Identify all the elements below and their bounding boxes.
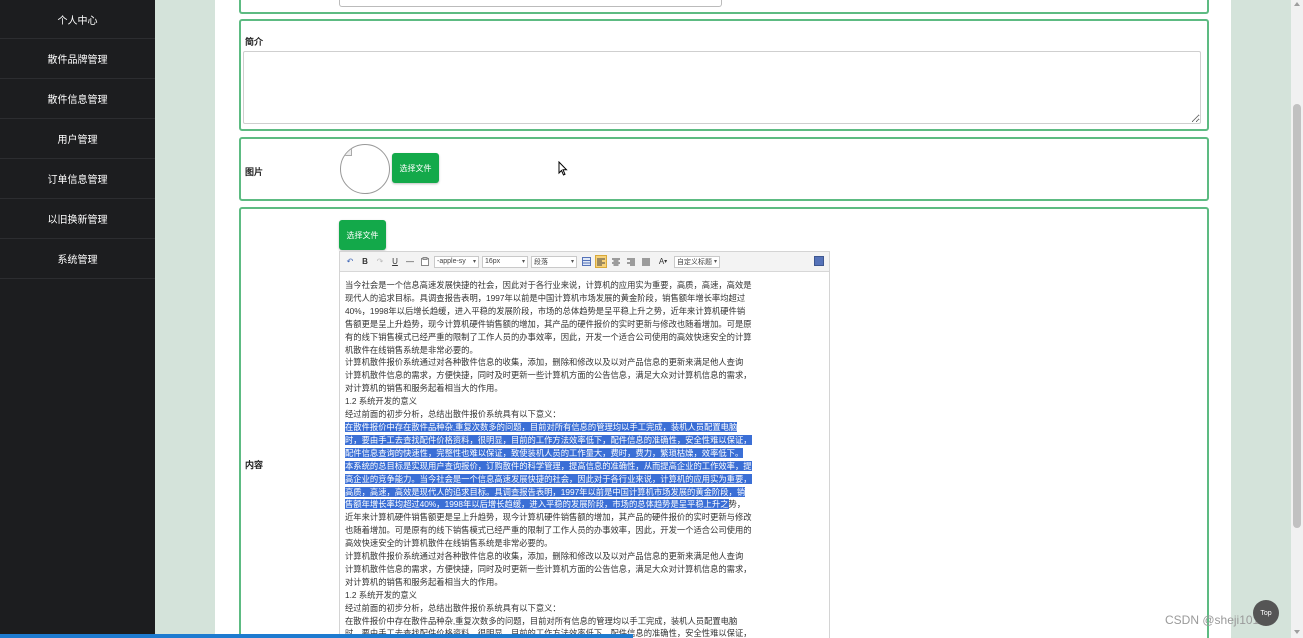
sidebar-item-trade-in[interactable]: 以旧换新管理 (0, 199, 155, 239)
chevron-down-icon: ▾ (521, 259, 525, 265)
align-justify-icon[interactable] (640, 255, 652, 268)
background-gutter-left (155, 0, 215, 638)
editor-text-line: 40%，1998年以后增长趋缓，进入平稳的发展阶段，市场的总体趋势是呈平稳上升之… (345, 305, 746, 316)
editor-text-line: 配件信息查询的快速性，完整性也难以保证，致使装机人员的工作量大，费时，费力，繁琐… (345, 447, 744, 458)
align-center-icon[interactable] (610, 255, 622, 268)
underline-button[interactable]: U (389, 255, 401, 268)
scroll-up-icon[interactable] (1294, 2, 1300, 6)
content-choose-file-button[interactable]: 选择文件 (339, 220, 386, 250)
font-color-button[interactable]: A ▾ (655, 255, 671, 268)
editor-text-line: 经过前面的初步分析，总结出散件报价系统具有以下意义： (345, 409, 561, 420)
editor-text-line: 高效快速安全的计算机散件在线销售系统是非常必要的。 (345, 538, 553, 549)
editor-text-line: 当今社会是一个信息高速发展快捷的社会，因此对于各行业来说，计算机的应用实为重要，… (345, 280, 752, 290)
sidebar-item-part-brand[interactable]: 散件品牌管理 (0, 39, 155, 79)
broken-image-icon (342, 146, 352, 156)
editor-text-line: 有的线下销售模式已经严重的限制了工作人员的办事效率，因此，开发一个适合公司使用的… (345, 331, 752, 342)
undo-icon[interactable]: ↶ (344, 255, 356, 268)
editor-text-line: 1.2 系统开发的意义 (345, 589, 417, 600)
editor-text-line: 售额更是呈上升趋势，现今计算机硬件销售额的增加，其产品的硬件报价的实时更新与修改… (345, 318, 752, 329)
editor-text-line: 本系统的总目标是实现用户查询报价，订购散件的科学管理，提高信息的准确性，从而提高… (345, 460, 752, 471)
editor-text-line: 计算机散件报价系统通过对各种散件信息的收集，添加，删除和修改以及以对产品信息的更… (345, 357, 744, 368)
intro-textarea[interactable] (243, 51, 1201, 124)
redo-icon[interactable]: ↷ (374, 255, 386, 268)
paragraph-value: 段落 (534, 258, 548, 266)
fullscreen-icon[interactable] (814, 256, 824, 266)
rich-text-editor: ↶ B ↷ U — -apple-sy ▾ 16px ▾ 段落 ▾ A ▾ 自定义标题 ▾… (339, 251, 830, 638)
chevron-down-icon: ▾ (713, 259, 717, 265)
editor-text-line: 计算机散件报价系统通过对各种散件信息的收集，添加，删除和修改以及以对产品信息的更… (345, 551, 744, 562)
font-family-select[interactable]: -apple-sy ▾ (434, 255, 479, 268)
chevron-down-icon: ▾ (570, 259, 574, 265)
sidebar-item-label: 订单信息管理 (47, 175, 108, 186)
align-left-icon[interactable] (595, 255, 607, 268)
custom-title-select[interactable]: 自定义标题 ▾ (674, 255, 720, 268)
editor-text-line: 近年来计算机硬件销售额更是呈上升趋势，现今计算机硬件销售额的增加，其产品的硬件报… (345, 512, 752, 523)
editor-text-line: 时，要由手工去查找配件价格资料，很明显，目前的工作方法效率低下，配件信息的准确性… (345, 434, 752, 445)
sidebar: 个人中心 散件品牌管理 散件信息管理 用户管理 订单信息管理 以旧换新管理 系统… (0, 0, 155, 638)
scroll-down-icon[interactable] (1294, 630, 1300, 634)
align-right-icon[interactable] (625, 255, 637, 268)
image-label: 图片 (245, 167, 264, 177)
font-family-value: -apple-sy (437, 258, 466, 265)
editor-text-line: 售额年增长率均超过40%，1998年以后增长趋缓，进入平稳的发展阶段，市场的总体… (345, 499, 746, 510)
chevron-down-icon: ▾ (472, 259, 476, 265)
previous-input-field[interactable] (339, 0, 722, 7)
back-to-top-button[interactable]: Top (1253, 600, 1279, 626)
sidebar-item-personal-center[interactable]: 个人中心 (0, 0, 155, 39)
editor-content[interactable]: 当今社会是一个信息高速发展快捷的社会，因此对于各行业来说，计算机的应用实为重要，… (340, 272, 829, 638)
paragraph-select[interactable]: 段落 ▾ (531, 255, 577, 268)
editor-text-line: 1.2 系统开发的意义 (345, 396, 417, 407)
editor-text-line: 机散件在线销售系统是非常必要的。 (345, 344, 478, 355)
editor-text-line: 计算机散件信息的需求，方便快捷，同时及时更新一些计算机方面的公告信息，满足大众对… (345, 370, 752, 381)
horizontal-rule-icon[interactable]: — (404, 255, 416, 268)
editor-text-line: 经过前面的初步分析，总结出散件报价系统具有以下意义： (345, 602, 561, 613)
background-gutter-right (1231, 0, 1291, 638)
intro-label: 简介 (245, 37, 264, 47)
editor-text-line: 对计算机的销售和服务起着相当大的作用。 (345, 576, 503, 587)
bold-button[interactable]: B (359, 255, 371, 268)
editor-text-line: 也随着增加。可是原有的线下销售模式已经严重的限制了工作人员的办事效率，因此，开发… (345, 525, 752, 536)
paste-icon[interactable] (419, 255, 431, 268)
sidebar-item-users[interactable]: 用户管理 (0, 119, 155, 159)
font-size-value: 16px (485, 258, 501, 265)
chevron-down-icon: ▾ (664, 259, 668, 265)
image-preview (340, 144, 390, 194)
sidebar-item-label: 散件信息管理 (47, 95, 108, 106)
editor-text-line: 高企业的竞争能力。当今社会是一个信息高速发展快捷的社会，因此对于各行业来说，计算… (345, 473, 752, 484)
editor-text-line: 高质，高速，高效是现代人的追求目标。具调查报告表明，1997年以前是中国计算机市… (345, 486, 746, 497)
mouse-cursor-icon (558, 161, 568, 176)
editor-text-line: 在散件报价中存在散件品种杂,重复次数多的问题，目前对所有信息的管理均以手工完成，… (345, 421, 738, 432)
sidebar-item-label: 个人中心 (57, 15, 98, 27)
page-scrollbar[interactable] (1291, 0, 1303, 638)
custom-title-value: 自定义标题 (677, 258, 712, 266)
content-label: 内容 (245, 460, 264, 470)
editor-text-line: 现代人的追求目标。具调查报告表明，1997年以前是中国计算机市场发展的黄金阶段，… (345, 292, 746, 303)
sidebar-item-label: 以旧换新管理 (47, 215, 108, 226)
sidebar-item-orders[interactable]: 订单信息管理 (0, 159, 155, 199)
font-size-select[interactable]: 16px ▾ (482, 255, 528, 268)
editor-text-line: 对计算机的销售和服务起着相当大的作用。 (345, 383, 503, 394)
table-icon[interactable] (580, 255, 592, 268)
scrollbar-thumb[interactable] (1293, 104, 1301, 528)
editor-text-line: 在散件报价中存在散件品种杂,重复次数多的问题，目前对所有信息的管理均以手工完成，… (345, 615, 738, 626)
sidebar-item-label: 系统管理 (57, 255, 98, 266)
image-choose-file-button[interactable]: 选择文件 (392, 153, 439, 183)
sidebar-item-system[interactable]: 系统管理 (0, 239, 155, 279)
watermark: CSDN @sheji1011 (1165, 613, 1266, 627)
editor-text-line: 计算机散件信息的需求，方便快捷，同时及时更新一些计算机方面的公告信息，满足大众对… (345, 563, 752, 574)
sidebar-item-part-info[interactable]: 散件信息管理 (0, 79, 155, 119)
bottom-progress-bar (0, 634, 633, 638)
sidebar-item-label: 散件品牌管理 (47, 55, 108, 66)
sidebar-item-label: 用户管理 (57, 135, 98, 146)
editor-toolbar: ↶ B ↷ U — -apple-sy ▾ 16px ▾ 段落 ▾ A ▾ 自定义标题 ▾ (340, 252, 829, 272)
